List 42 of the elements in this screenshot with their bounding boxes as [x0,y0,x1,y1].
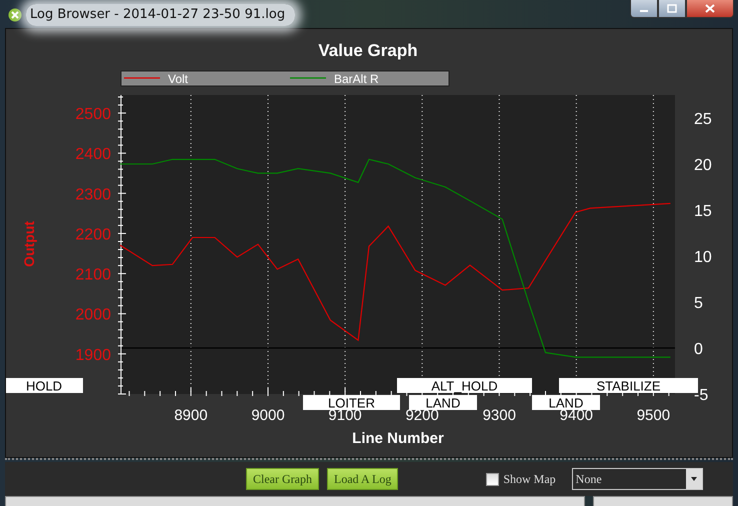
close-icon [705,4,715,13]
minimize-button[interactable] [630,0,658,18]
graph-button[interactable]: Clear Graph [246,468,319,490]
y-tick-label: 2500 [75,106,111,124]
y-tick-label: 1900 [75,346,111,364]
y-tick-label: 2000 [75,306,111,324]
legend-label: BarAlt R [334,72,379,86]
graph-button[interactable]: Load A Log [326,468,398,490]
maximize-icon [667,4,677,13]
maximize-button[interactable] [658,0,686,18]
y-tick-label: 2200 [75,226,111,244]
x-tick-label: 9500 [636,407,670,424]
right-tick-label: 5 [694,295,703,312]
mode-label: ALT_HOLD [397,378,532,394]
right-tick-label: 10 [694,249,712,266]
window-title: Log Browser - 2014-01-27 23-50 91.log [26,4,296,26]
x-tick-label: 9300 [482,407,516,424]
mode-label: HOLD [6,378,83,394]
right-tick-label: 15 [694,203,712,220]
mode-label: LAND [532,395,600,410]
show-map-checkbox[interactable] [486,472,500,486]
app-icon [8,8,22,22]
right-tick-label: 0 [694,341,703,358]
x-tick-label: 9000 [251,407,285,424]
mode-label: STABILIZE [559,378,698,394]
y-tick-label: 2400 [75,146,111,164]
right-tick-label: 25 [694,111,712,128]
caret-icon [690,477,697,481]
y-axis-label: Output [21,221,37,267]
close-button[interactable] [686,0,734,18]
x-tick-label: 8900 [174,407,208,424]
mode-label: LOITER [303,395,400,410]
right-tick-label: 20 [694,157,712,174]
legend-label: Volt [168,72,188,86]
y-tick-label: 2300 [75,186,111,204]
show-map-label[interactable]: Show Map [503,470,556,488]
y-tick-label: 2100 [75,266,111,284]
map-dropdown[interactable]: None [572,468,703,490]
chart-title: Value Graph [318,41,418,60]
mode-label: LAND [409,395,477,410]
x-axis-label: Line Number [352,430,444,447]
dropdown-value: None [576,471,602,488]
